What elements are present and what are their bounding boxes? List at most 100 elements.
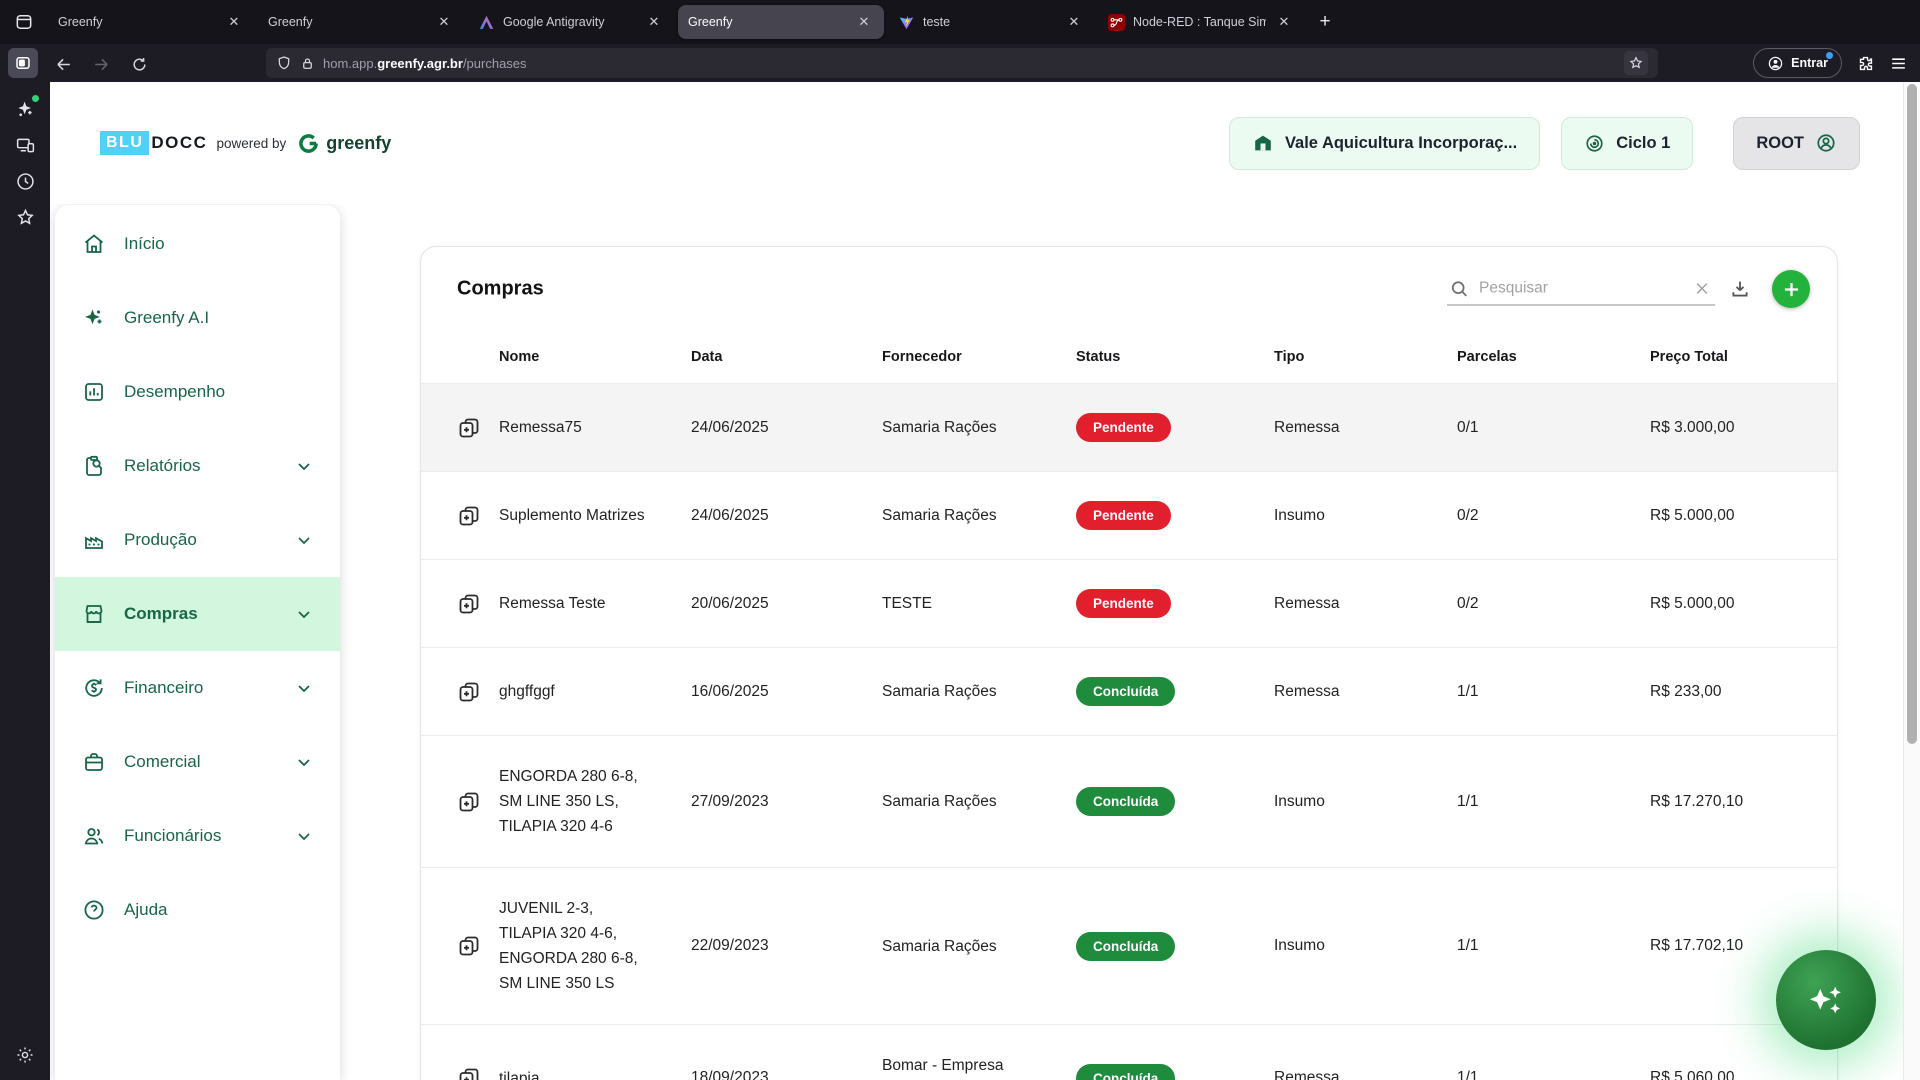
ai-chat-icon[interactable] [8, 94, 42, 124]
farm-building-icon [1252, 132, 1274, 154]
url-bar[interactable]: hom.app.greenfy.agr.br/purchases [266, 48, 1658, 78]
user-menu-button[interactable]: ROOT [1733, 117, 1860, 170]
settings-gear-icon[interactable] [8, 1040, 42, 1070]
company-selector-button[interactable]: Vale Aquicultura Incorporaç... [1229, 117, 1540, 170]
cell-fornecedor: TESTE [882, 591, 1076, 616]
sidebar-item-compras[interactable]: Compras [55, 577, 340, 651]
sidebar-item-label: Desempenho [124, 382, 225, 402]
duplicate-purchase-icon[interactable] [457, 1066, 499, 1080]
download-icon[interactable] [1727, 276, 1753, 302]
cell-status: Concluída [1076, 932, 1274, 961]
cell-fornecedor: Samaria Rações [882, 789, 1076, 814]
devices-icon[interactable] [8, 130, 42, 160]
firefox-view-icon[interactable] [8, 6, 40, 38]
close-tab-icon[interactable]: ✕ [854, 12, 874, 32]
cell-fornecedor: Samaria Rações [882, 934, 1076, 959]
lock-icon[interactable] [300, 56, 315, 71]
browser-tab[interactable]: Greenfy ✕ [258, 5, 464, 39]
forward-icon[interactable] [88, 51, 114, 77]
new-tab-button[interactable]: + [1310, 7, 1340, 37]
cell-parcelas: 0/1 [1457, 419, 1650, 437]
browser-tab[interactable]: Google Antigravity ✕ [468, 5, 674, 39]
cell-preco: R$ 233,00 [1650, 683, 1801, 701]
sidebar-item-relat-rios[interactable]: Relatórios [55, 429, 340, 503]
sidebar-item-financeiro[interactable]: Financeiro [55, 651, 340, 725]
sparkles-icon [82, 306, 106, 330]
duplicate-purchase-icon[interactable] [457, 790, 499, 814]
duplicate-purchase-icon[interactable] [457, 934, 499, 958]
duplicate-purchase-icon[interactable] [457, 504, 499, 528]
reload-icon[interactable] [126, 51, 152, 77]
cell-preco: R$ 5.060,00 [1650, 1069, 1801, 1080]
chart-icon [82, 380, 106, 404]
logo-blu: BLU [100, 131, 149, 155]
tab-title: Greenfy [688, 15, 846, 29]
browser-tab[interactable]: teste ✕ [888, 5, 1094, 39]
status-badge: Pendente [1076, 413, 1171, 442]
cycle-selector-button[interactable]: Ciclo 1 [1561, 117, 1693, 170]
close-tab-icon[interactable]: ✕ [1274, 12, 1294, 32]
page-scrollbar[interactable] [1903, 82, 1920, 1080]
sidebar-item-funcion-rios[interactable]: Funcionários [55, 799, 340, 873]
purchase-row[interactable]: JUVENIL 2-3, TILAPIA 320 4-6, ENGORDA 28… [421, 867, 1837, 1024]
sidebar-item-desempenho[interactable]: Desempenho [55, 355, 340, 429]
cell-data: 16/06/2025 [691, 683, 882, 701]
browser-tab[interactable]: Greenfy ✕ [678, 5, 884, 39]
column-header: Parcelas [1457, 349, 1650, 365]
menu-hamburger-icon[interactable] [1889, 54, 1908, 73]
sidebar-item-in-cio[interactable]: Início [55, 207, 340, 281]
cell-parcelas: 1/1 [1457, 793, 1650, 811]
chevron-down-icon [292, 824, 316, 848]
duplicate-purchase-icon[interactable] [457, 592, 499, 616]
history-clock-icon[interactable] [8, 166, 42, 196]
sidebar-item-label: Financeiro [124, 678, 203, 698]
add-purchase-button[interactable] [1772, 270, 1810, 308]
browser-side-rail [0, 82, 50, 1080]
status-badge: Pendente [1076, 501, 1171, 530]
close-tab-icon[interactable]: ✕ [644, 12, 664, 32]
bookmarks-star-icon[interactable] [8, 202, 42, 232]
purchase-row[interactable]: Suplemento Matrizes 24/06/2025 Samaria R… [421, 471, 1837, 559]
shield-icon[interactable] [276, 55, 292, 71]
search-box [1447, 273, 1715, 306]
briefcase-icon [82, 750, 106, 774]
cell-data: 24/06/2025 [691, 419, 882, 437]
cell-status: Concluída [1076, 787, 1274, 816]
purchase-row[interactable]: Remessa Teste 20/06/2025 TESTE Pendente … [421, 559, 1837, 647]
cell-data: 22/09/2023 [691, 937, 882, 955]
signin-button[interactable]: Entrar [1753, 48, 1842, 78]
purchase-row[interactable]: Remessa75 24/06/2025 Samaria Rações Pend… [421, 383, 1837, 471]
column-header: Status [1076, 349, 1274, 365]
sidebar-item-ajuda[interactable]: Ajuda [55, 873, 340, 947]
close-tab-icon[interactable]: ✕ [224, 12, 244, 32]
search-input[interactable] [1479, 280, 1682, 298]
purchase-row[interactable]: tilapia 18/09/2023 Bomar - Empresa Brasi… [421, 1024, 1837, 1080]
browser-tab[interactable]: Node-RED : Tanque Simulação ✕ [1098, 5, 1304, 39]
cell-tipo: Insumo [1274, 507, 1457, 525]
ai-assistant-fab[interactable] [1776, 950, 1876, 1050]
close-tab-icon[interactable]: ✕ [1064, 12, 1084, 32]
browser-tab[interactable]: Greenfy ✕ [48, 5, 254, 39]
cell-fornecedor: Samaria Rações [882, 679, 1076, 704]
purchase-row[interactable]: ghgffggf 16/06/2025 Samaria Rações Concl… [421, 647, 1837, 735]
extensions-puzzle-icon[interactable] [1856, 54, 1875, 73]
nodered-favicon-icon [1108, 14, 1125, 31]
purchases-card: Compras NomeDataFornecedorStatusTipoParc… [420, 246, 1838, 1080]
cell-tipo: Insumo [1274, 793, 1457, 811]
close-tab-icon[interactable]: ✕ [434, 12, 454, 32]
scrollbar-thumb[interactable] [1907, 84, 1917, 744]
purchase-row[interactable]: ENGORDA 280 6-8, SM LINE 350 LS, TILAPIA… [421, 735, 1837, 867]
back-icon[interactable] [50, 51, 76, 77]
chevron-down-icon [292, 676, 316, 700]
bookmark-star-icon[interactable] [1624, 51, 1648, 75]
sidebar-item-greenfy-a-i[interactable]: Greenfy A.I [55, 281, 340, 355]
logo-docc: DOCC [151, 133, 207, 153]
cell-preco: R$ 3.000,00 [1650, 419, 1801, 437]
sidebar-item-comercial[interactable]: Comercial [55, 725, 340, 799]
clear-search-icon[interactable] [1691, 278, 1713, 300]
duplicate-purchase-icon[interactable] [457, 416, 499, 440]
sidebar-item-produ-o[interactable]: Produção [55, 503, 340, 577]
duplicate-purchase-icon[interactable] [457, 680, 499, 704]
sidebar-toggle-icon[interactable] [8, 48, 38, 78]
cell-status: Concluída [1076, 1064, 1274, 1080]
